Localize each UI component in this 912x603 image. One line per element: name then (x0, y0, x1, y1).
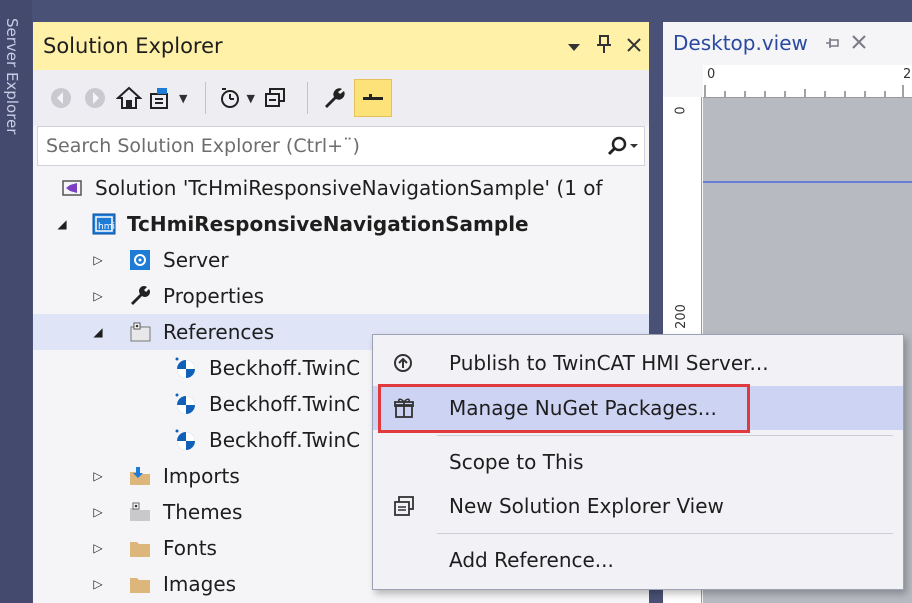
pending-changes-filter-button[interactable]: ▼ (218, 80, 255, 116)
wrench-icon (324, 88, 345, 108)
back-button[interactable] (47, 80, 75, 116)
tree-item-solution[interactable]: Solution 'TcHmiResponsiveNavigationSampl… (33, 170, 649, 206)
home-button[interactable] (115, 80, 143, 116)
collapse-all-button[interactable] (261, 80, 289, 116)
collapse-all-icon (264, 88, 285, 107)
chevron-down-icon: ▼ (179, 91, 188, 105)
preview-selected-items-button[interactable] (353, 79, 392, 117)
tree-item-label: Beckhoff.TwinC (209, 392, 361, 416)
new-view-icon (381, 495, 427, 517)
solution-explorer-toolbar: ▼ ▼ (33, 70, 649, 126)
ruler-label: 0 (707, 67, 716, 82)
properties-button[interactable] (320, 80, 348, 116)
panel-title: Solution Explorer (43, 34, 223, 58)
document-tab-title: Desktop.view (673, 31, 808, 55)
hmi-project-icon: hmi (91, 212, 117, 236)
home-icon (116, 86, 142, 109)
solution-icon (59, 176, 85, 200)
tree-item-label: Images (163, 572, 237, 596)
tree-item-label: Properties (163, 284, 265, 308)
tree-item-label: TcHmiResponsiveNavigationSample (127, 212, 529, 236)
menu-separator (437, 435, 893, 436)
svg-text:hmi: hmi (98, 222, 115, 232)
imports-folder-icon (127, 464, 153, 488)
menu-item-new-solution-explorer-view[interactable]: New Solution Explorer View (373, 484, 903, 528)
preview-icon (362, 94, 383, 100)
close-icon[interactable] (846, 34, 872, 53)
tree-item-server[interactable]: ▷ Server (33, 242, 649, 278)
ruler-label: 2 (903, 67, 912, 82)
tree-item-label: References (163, 320, 275, 344)
wrench-icon (127, 284, 153, 308)
switch-views-button[interactable]: ▼ (149, 80, 187, 116)
folder-icon (127, 536, 153, 560)
forward-icon (85, 88, 105, 108)
document-tab-desktop-view[interactable]: Desktop.view (663, 22, 912, 64)
toolbar-separator (205, 82, 207, 114)
server-explorer-side-label: Server Explorer (3, 18, 21, 135)
search-box[interactable]: Search Solution Explorer (Ctrl+¨) (37, 126, 645, 166)
window-position-dropdown-icon[interactable] (559, 36, 589, 57)
server-explorer-side-tab[interactable]: Server Explorer (0, 0, 32, 603)
menu-item-label: Add Reference... (449, 548, 614, 572)
themes-folder-icon (127, 500, 153, 524)
folder-icon (127, 572, 153, 596)
collapsed-arrow-icon[interactable]: ▷ (87, 505, 109, 519)
search-input[interactable]: Search Solution Explorer (Ctrl+¨) (46, 135, 600, 157)
chevron-down-icon: ▼ (246, 91, 255, 105)
toolbar-separator (306, 82, 308, 114)
nuget-package-icon (173, 392, 199, 416)
collapsed-arrow-icon[interactable]: ▷ (87, 469, 109, 483)
pin-icon[interactable] (820, 34, 846, 53)
collapsed-arrow-icon[interactable]: ▷ (87, 577, 109, 591)
close-icon[interactable] (619, 36, 649, 57)
guide-line (703, 181, 912, 183)
back-icon (51, 88, 71, 108)
menu-item-label: Scope to This (449, 450, 584, 474)
switch-views-icon (150, 88, 168, 109)
references-icon (127, 320, 153, 344)
server-gear-icon (127, 248, 153, 272)
publish-icon (381, 352, 427, 374)
nuget-package-icon (173, 428, 199, 452)
menu-item-label: Publish to TwinCAT HMI Server... (449, 351, 769, 375)
menu-item-publish[interactable]: Publish to TwinCAT HMI Server... (373, 341, 903, 385)
nuget-package-icon (173, 356, 199, 380)
menu-item-label: New Solution Explorer View (449, 494, 724, 518)
expanded-arrow-icon[interactable]: ◢ (87, 325, 109, 339)
tree-item-label: Beckhoff.TwinC (209, 356, 361, 380)
menu-separator (437, 533, 893, 534)
tree-item-label: Imports (163, 464, 240, 488)
horizontal-ruler: 0 2 (703, 65, 912, 98)
clock-icon (221, 88, 240, 108)
menu-item-scope-to-this[interactable]: Scope to This (373, 440, 903, 484)
collapsed-arrow-icon[interactable]: ▷ (87, 289, 109, 303)
pin-icon[interactable] (589, 34, 619, 58)
tree-item-project[interactable]: ◢ hmi TcHmiResponsiveNavigationSample (33, 206, 649, 242)
expanded-arrow-icon[interactable]: ◢ (51, 217, 73, 231)
search-icon[interactable] (600, 136, 644, 156)
collapsed-arrow-icon[interactable]: ▷ (87, 253, 109, 267)
tree-item-label: Themes (163, 500, 243, 524)
highlight-annotation-box (378, 384, 750, 433)
tree-item-properties[interactable]: ▷ Properties (33, 278, 649, 314)
solution-explorer-titlebar: Solution Explorer (33, 22, 649, 70)
context-menu: Publish to TwinCAT HMI Server... Manage … (372, 334, 904, 590)
collapsed-arrow-icon[interactable]: ▷ (87, 541, 109, 555)
tree-item-label: Solution 'TcHmiResponsiveNavigationSampl… (95, 176, 603, 200)
forward-button[interactable] (81, 80, 109, 116)
ruler-label: 200 (673, 304, 689, 329)
tree-item-label: Server (163, 248, 229, 272)
tree-item-label: Fonts (163, 536, 217, 560)
tree-item-label: Beckhoff.TwinC (209, 428, 361, 452)
ruler-label: 0 (673, 106, 689, 115)
menu-item-add-reference[interactable]: Add Reference... (373, 538, 903, 582)
